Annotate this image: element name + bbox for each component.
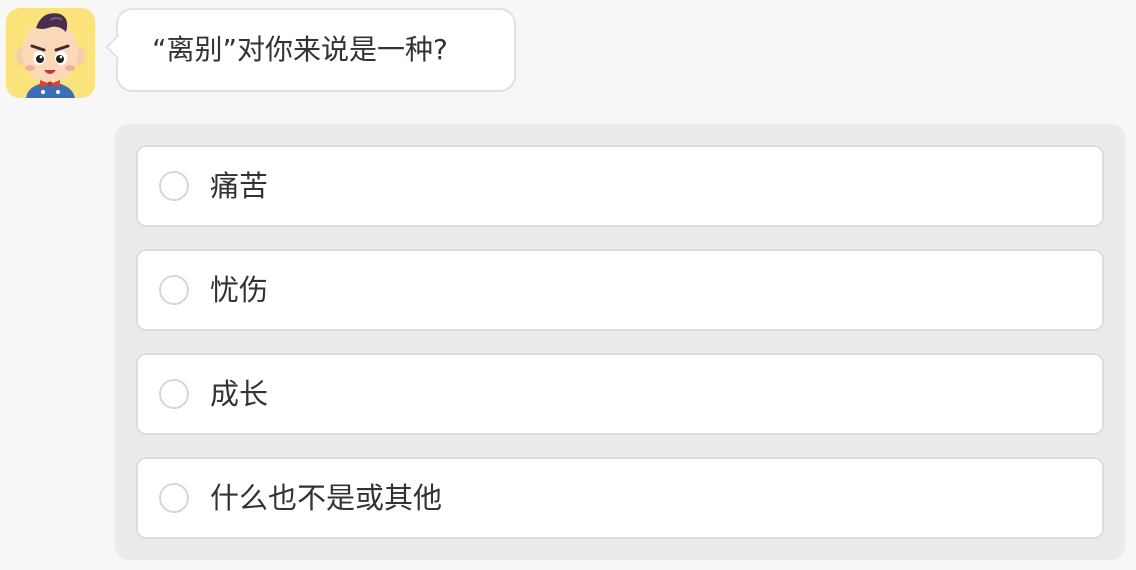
radio-button[interactable] [159,483,189,513]
option-label: 什么也不是或其他 [210,481,443,515]
radio-button[interactable] [159,171,189,201]
option-label: 成长 [210,377,269,411]
option-item[interactable]: 成长 [136,353,1104,435]
option-item[interactable]: 什么也不是或其他 [136,457,1104,539]
question-text: “离别”对你来说是一种? [152,33,448,66]
option-item[interactable]: 忧伤 [136,249,1104,331]
question-bubble: “离别”对你来说是一种? [105,8,516,92]
bubble-tail [105,34,131,60]
options-panel: 痛苦 忧伤 成长 什么也不是或其他 [115,124,1125,560]
avatar [6,8,95,98]
option-label: 痛苦 [210,169,269,203]
option-label: 忧伤 [210,273,269,307]
radio-button[interactable] [159,275,189,305]
radio-button[interactable] [159,379,189,409]
cartoon-boy-avatar-icon [6,8,95,98]
option-item[interactable]: 痛苦 [136,145,1104,227]
